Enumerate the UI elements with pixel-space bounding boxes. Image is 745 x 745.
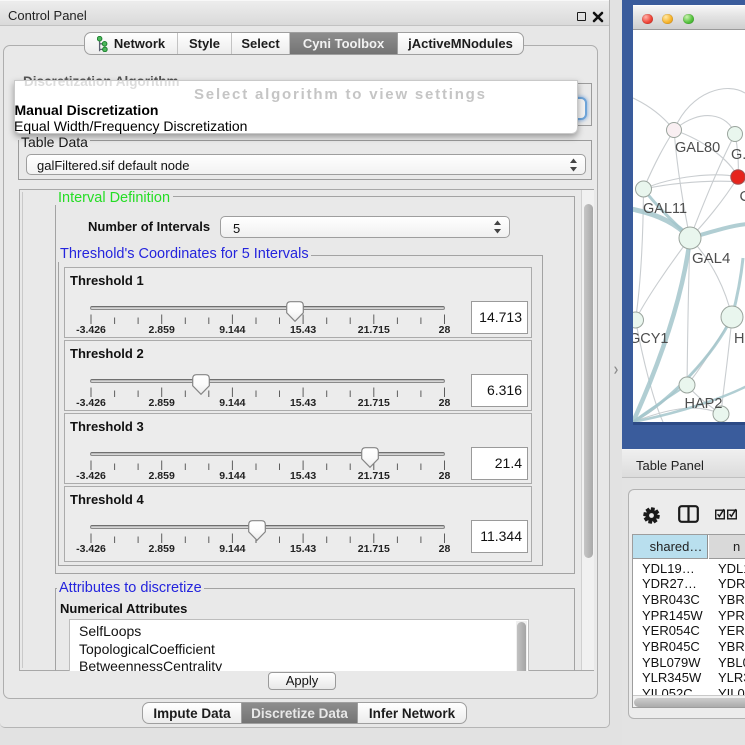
svg-text:C: C <box>740 189 745 205</box>
svg-text:GAL80: GAL80 <box>675 140 720 156</box>
svg-text:GAL11: GAL11 <box>643 201 687 217</box>
svg-text:H: H <box>734 331 744 347</box>
svg-text:GCY1: GCY1 <box>633 331 669 347</box>
svg-text:GAL4: GAL4 <box>692 250 730 267</box>
svg-text:G.: G. <box>731 147 745 163</box>
svg-text:HAP2: HAP2 <box>685 396 723 412</box>
